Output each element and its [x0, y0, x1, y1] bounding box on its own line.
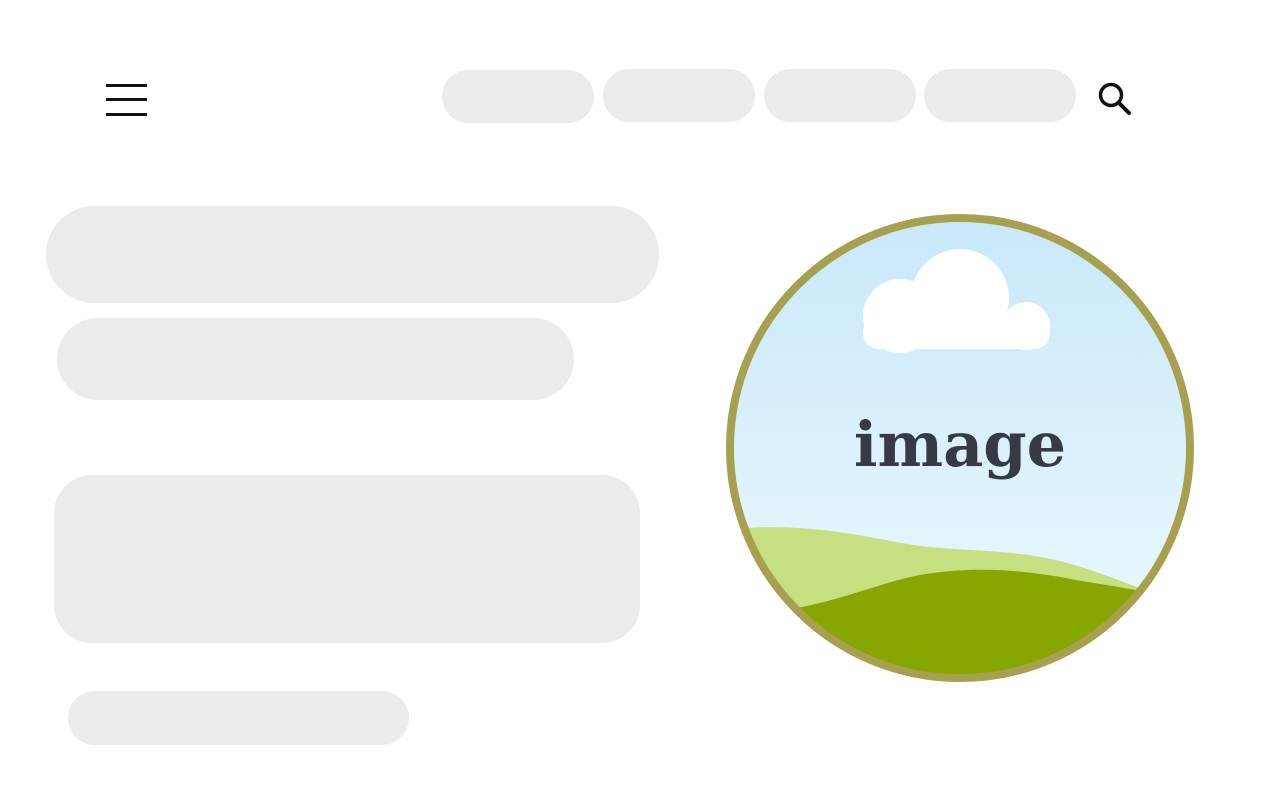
- nav-item-4[interactable]: [924, 69, 1076, 122]
- title-placeholder: [46, 206, 659, 303]
- nav-item-1[interactable]: [442, 70, 594, 123]
- subtitle-placeholder: [57, 318, 574, 400]
- search-icon[interactable]: [1096, 80, 1132, 116]
- hero-image-label: image: [853, 408, 1067, 481]
- nav-item-3[interactable]: [764, 69, 916, 122]
- text-block-placeholder: [54, 475, 640, 643]
- hamburger-menu-icon[interactable]: [106, 82, 147, 118]
- button-placeholder[interactable]: [68, 691, 409, 745]
- nav-item-2[interactable]: [603, 69, 755, 122]
